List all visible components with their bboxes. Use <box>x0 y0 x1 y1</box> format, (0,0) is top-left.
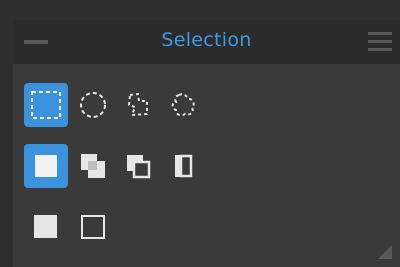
freehand-selection-icon <box>171 93 195 117</box>
subtract-selection-mode-icon <box>127 155 151 179</box>
rectangle-selection-icon <box>31 91 61 119</box>
intersect-selection-mode-tool[interactable] <box>161 144 205 188</box>
filled-square-icon <box>34 215 57 238</box>
panel-title: Selection <box>161 29 252 51</box>
lasso-selection-tool[interactable] <box>116 83 160 127</box>
selection-panel: Selection <box>13 20 400 267</box>
new-selection-mode-icon <box>35 155 57 177</box>
rectangle-selection-tool[interactable] <box>24 83 68 127</box>
outline-square-tool[interactable] <box>71 205 115 249</box>
add-selection-mode-icon <box>81 154 105 178</box>
filled-square-tool[interactable] <box>24 205 68 249</box>
new-selection-mode-tool[interactable] <box>24 144 68 188</box>
subtract-selection-mode-tool[interactable] <box>116 144 160 188</box>
outline-square-icon <box>81 215 105 239</box>
menu-icon[interactable] <box>368 32 392 52</box>
ellipse-selection-tool[interactable] <box>71 83 115 127</box>
intersect-selection-mode-icon <box>175 154 193 178</box>
freehand-selection-tool[interactable] <box>161 83 205 127</box>
add-selection-mode-tool[interactable] <box>71 144 115 188</box>
lasso-selection-icon <box>128 93 148 116</box>
panel-header: Selection <box>13 20 400 64</box>
ellipse-selection-icon <box>80 92 106 118</box>
resize-grip-icon[interactable] <box>378 245 392 259</box>
